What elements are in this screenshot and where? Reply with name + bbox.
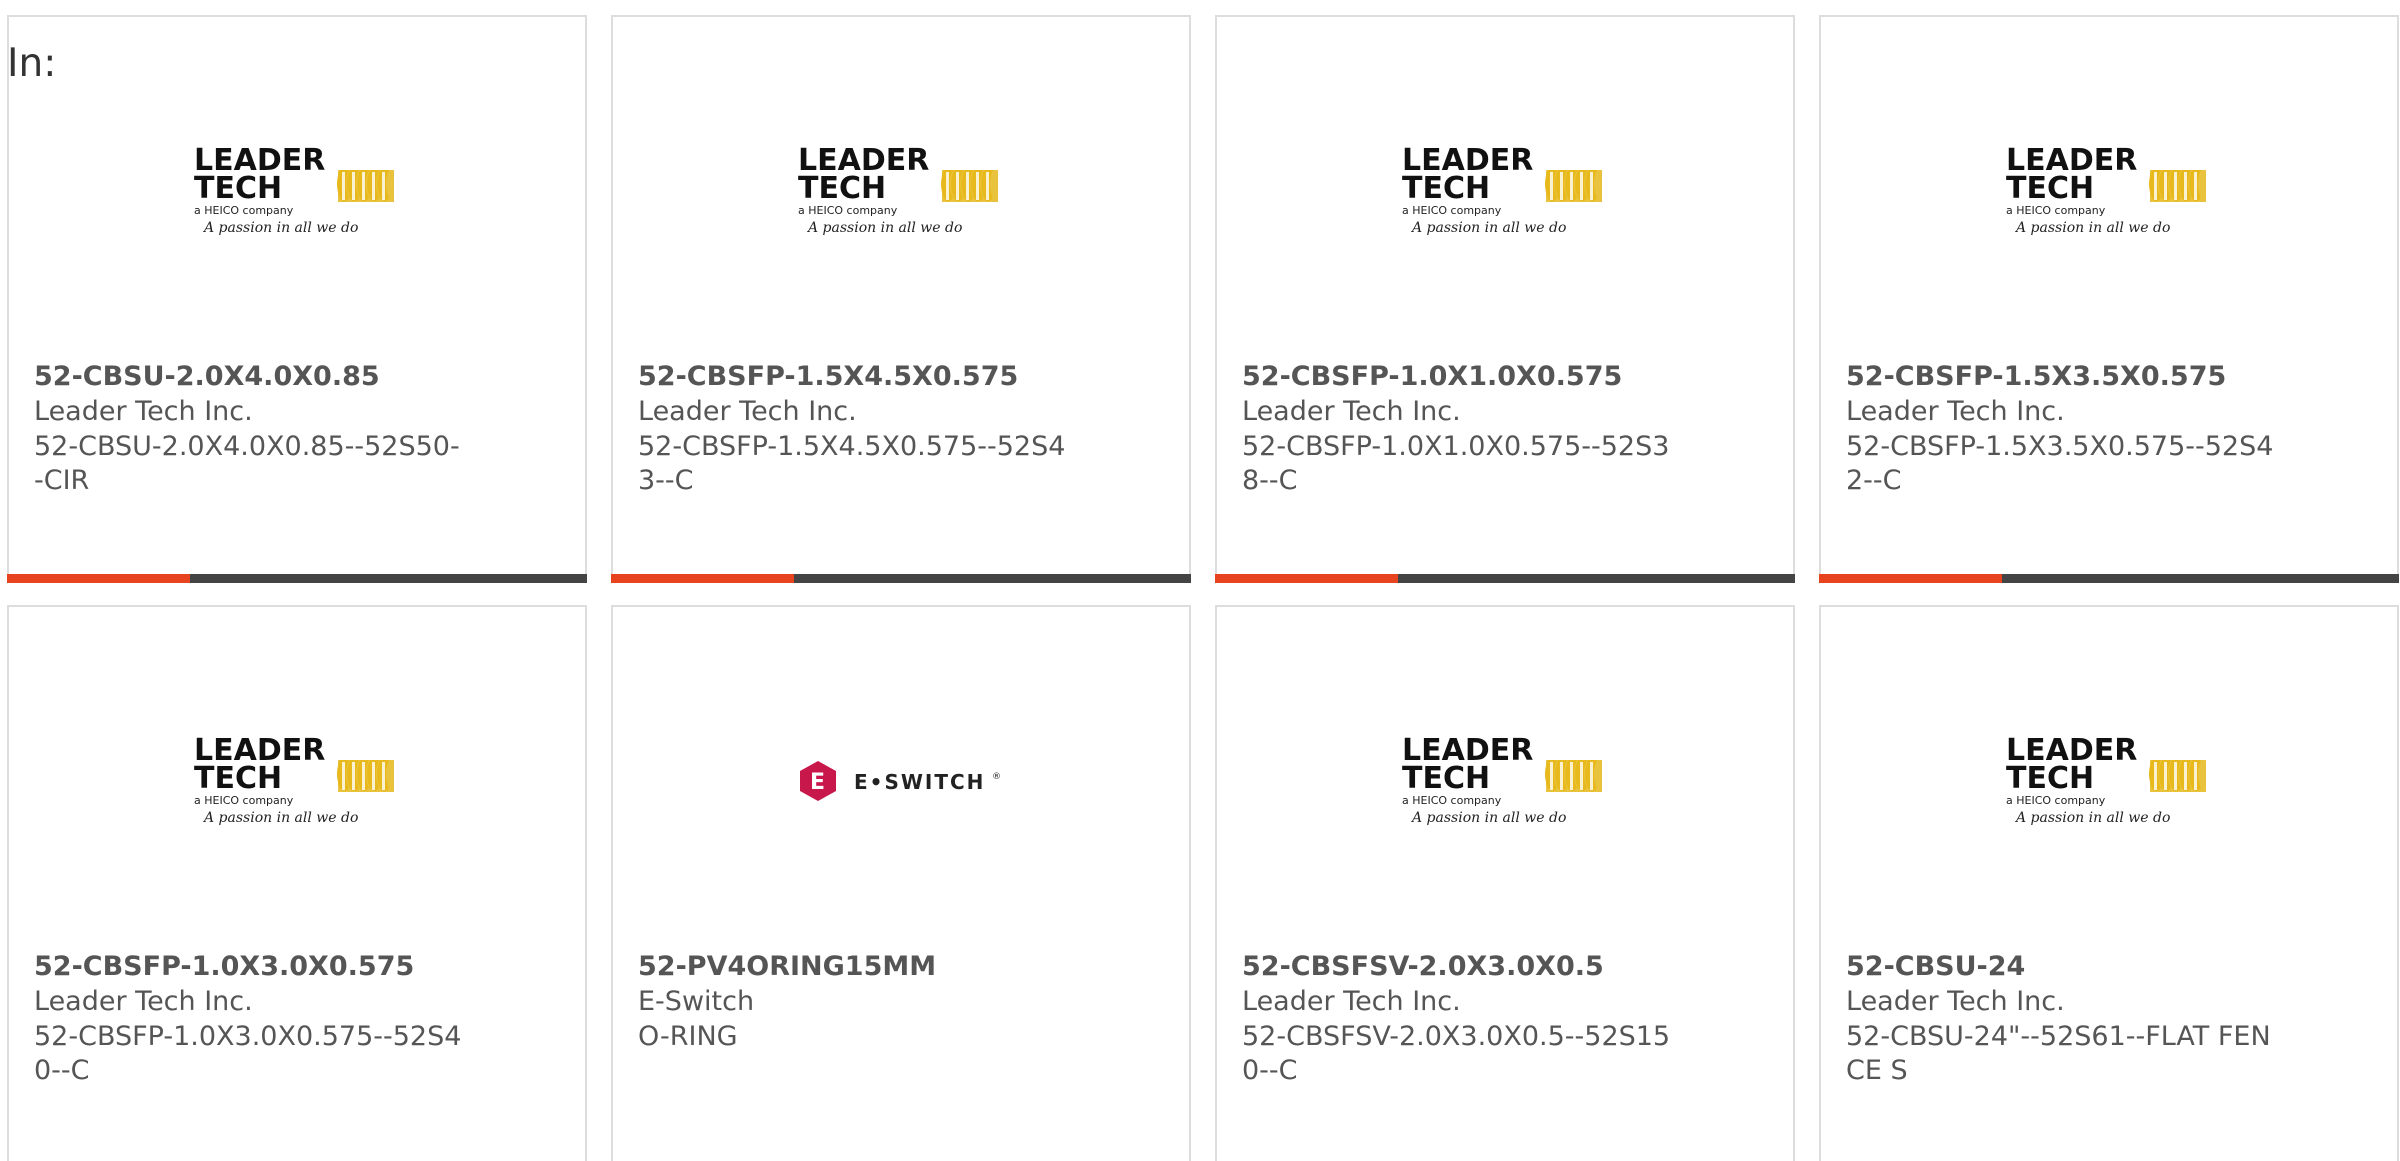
- manufacturer-name: Leader Tech Inc.: [34, 396, 253, 427]
- part-number[interactable]: 52-CBSU-24: [1846, 950, 2025, 984]
- svg-text:A passion in all we do: A passion in all we do: [2014, 220, 2170, 236]
- svg-text:a HEICO company: a HEICO company: [1402, 204, 1502, 217]
- leader-tech-logo-icon: LEADERTECHa HEICO companyA passion in al…: [194, 143, 394, 236]
- manufacturer-name: Leader Tech Inc.: [1242, 396, 1461, 427]
- part-number[interactable]: 52-PV4ORING15MM: [638, 950, 936, 984]
- svg-text:A passion in all we do: A passion in all we do: [1410, 220, 1566, 236]
- svg-text:A passion in all we do: A passion in all we do: [2014, 810, 2170, 826]
- product-card[interactable]: LEADER TECH a HEICO company A passion in al…: [611, 15, 1191, 583]
- product-card[interactable]: LEADER TECH a HEICO company A passion in al…: [1819, 605, 2399, 1161]
- manufacturer-name: Leader Tech Inc.: [638, 396, 857, 427]
- product-card[interactable]: LEADER TECH a HEICO company A passion in al…: [1215, 605, 1795, 1161]
- product-grid-row-2: LEADER TECH a HEICO company A passion in al…: [7, 605, 2400, 1161]
- leader-tech-logo-icon: LEADERTECHa HEICO companyA passion in al…: [1402, 143, 1602, 236]
- product-results-page: In: LEADER TECH a HEICO company A passion i…: [0, 0, 2400, 1161]
- card-footer-accent: [611, 574, 794, 583]
- part-description: 52-CBSU-24"--52S61--FLAT FENCE S: [1846, 1021, 2271, 1086]
- svg-text:a HEICO company: a HEICO company: [2006, 794, 2106, 807]
- svg-text:TECH: TECH: [2006, 761, 2094, 796]
- card-footer-accent: [1819, 574, 2002, 583]
- part-description: O-RING: [638, 1021, 738, 1052]
- product-card[interactable]: LEADER TECH a HEICO company A passion in al…: [1819, 15, 2399, 583]
- svg-text:a HEICO company: a HEICO company: [194, 204, 294, 217]
- filter-label: In:: [7, 41, 57, 86]
- svg-text:a HEICO company: a HEICO company: [2006, 204, 2106, 217]
- leader-tech-logo-icon: LEADERTECHa HEICO companyA passion in al…: [2006, 733, 2206, 826]
- svg-text:A passion in all we do: A passion in all we do: [202, 810, 358, 826]
- card-footer-bar: [1215, 574, 1795, 583]
- svg-text:E: E: [810, 770, 825, 795]
- part-description: 52-CBSFP-1.5X3.5X0.575--52S42--C: [1846, 431, 2274, 496]
- manufacturer-name: Leader Tech Inc.: [1242, 986, 1461, 1017]
- svg-text:TECH: TECH: [1402, 761, 1490, 796]
- part-description: 52-CBSFSV-2.0X3.0X0.5--52S150--C: [1242, 1021, 1671, 1086]
- product-card[interactable]: E E•SWITCH ® 52-PV4ORING15MM E-Switch O-RI…: [611, 605, 1191, 1161]
- part-description: 52-CBSFP-1.5X4.5X0.575--52S43--C: [638, 431, 1066, 496]
- part-description: 52-CBSFP-1.0X1.0X0.575--52S38--C: [1242, 431, 1670, 496]
- svg-text:E•SWITCH: E•SWITCH: [854, 770, 985, 794]
- leader-tech-logo-icon: LEADERTECHa HEICO companyA passion in al…: [194, 733, 394, 826]
- svg-text:A passion in all we do: A passion in all we do: [1410, 810, 1566, 826]
- product-card[interactable]: LEADER TECH a HEICO company A passion in al…: [1215, 15, 1795, 583]
- manufacturer-logo: LEADER TECH a HEICO company A passion in al…: [9, 127, 585, 257]
- svg-text:A passion in all we do: A passion in all we do: [202, 220, 358, 236]
- card-footer-bar: [7, 574, 587, 583]
- svg-text:TECH: TECH: [194, 761, 282, 796]
- svg-text:A passion in all we do: A passion in all we do: [806, 220, 962, 236]
- leader-tech-logo-icon: LEADERTECHa HEICO companyA passion in al…: [2006, 143, 2206, 236]
- part-description: 52-CBSU-2.0X4.0X0.85--52S50--CIR: [34, 431, 460, 496]
- leader-tech-logo-icon: LEADERTECHa HEICO companyA passion in al…: [1402, 733, 1602, 826]
- manufacturer-name: Leader Tech Inc.: [1846, 986, 2065, 1017]
- card-footer-bar: [1819, 574, 2399, 583]
- svg-text:TECH: TECH: [2006, 171, 2094, 206]
- leader-tech-logo-icon: LEADERTECHa HEICO companyA passion in al…: [798, 143, 998, 236]
- card-footer-bar: [611, 574, 1191, 583]
- manufacturer-name: E-Switch: [638, 986, 755, 1017]
- part-number[interactable]: 52-CBSFP-1.5X3.5X0.575: [1846, 360, 2226, 394]
- part-number[interactable]: 52-CBSFP-1.5X4.5X0.575: [638, 360, 1018, 394]
- part-number[interactable]: 52-CBSFP-1.0X1.0X0.575: [1242, 360, 1622, 394]
- manufacturer-logo: LEADER TECH a HEICO company A passion in al…: [1217, 717, 1793, 847]
- product-card[interactable]: LEADER TECH a HEICO company A passion in al…: [7, 15, 587, 583]
- card-footer-accent: [7, 574, 190, 583]
- part-number[interactable]: 52-CBSFP-1.0X3.0X0.575: [34, 950, 414, 984]
- svg-text:TECH: TECH: [798, 171, 886, 206]
- part-number[interactable]: 52-CBSFSV-2.0X3.0X0.5: [1242, 950, 1604, 984]
- part-number[interactable]: 52-CBSU-2.0X4.0X0.85: [34, 360, 380, 394]
- manufacturer-logo: LEADER TECH a HEICO company A passion in al…: [1217, 127, 1793, 257]
- svg-text:a HEICO company: a HEICO company: [798, 204, 898, 217]
- card-footer-accent: [1215, 574, 1398, 583]
- manufacturer-logo: E E•SWITCH ®: [613, 717, 1189, 847]
- manufacturer-logo: LEADER TECH a HEICO company A passion in al…: [1821, 717, 2397, 847]
- e-switch-logo-icon: E E•SWITCH ®: [800, 761, 1001, 801]
- product-grid-row-1: LEADER TECH a HEICO company A passion in al…: [7, 15, 2400, 583]
- manufacturer-logo: LEADER TECH a HEICO company A passion in al…: [1821, 127, 2397, 257]
- product-card[interactable]: LEADER TECH a HEICO company A passion in al…: [7, 605, 587, 1161]
- manufacturer-name: Leader Tech Inc.: [1846, 396, 2065, 427]
- manufacturer-name: Leader Tech Inc.: [34, 986, 253, 1017]
- svg-text:TECH: TECH: [194, 171, 282, 206]
- part-description: 52-CBSFP-1.0X3.0X0.575--52S40--C: [34, 1021, 462, 1086]
- manufacturer-logo: LEADER TECH a HEICO company A passion in al…: [613, 127, 1189, 257]
- svg-text:a HEICO company: a HEICO company: [194, 794, 294, 807]
- svg-text:a HEICO company: a HEICO company: [1402, 794, 1502, 807]
- svg-text:TECH: TECH: [1402, 171, 1490, 206]
- svg-text:®: ®: [992, 772, 1001, 782]
- manufacturer-logo: LEADER TECH a HEICO company A passion in al…: [9, 717, 585, 847]
